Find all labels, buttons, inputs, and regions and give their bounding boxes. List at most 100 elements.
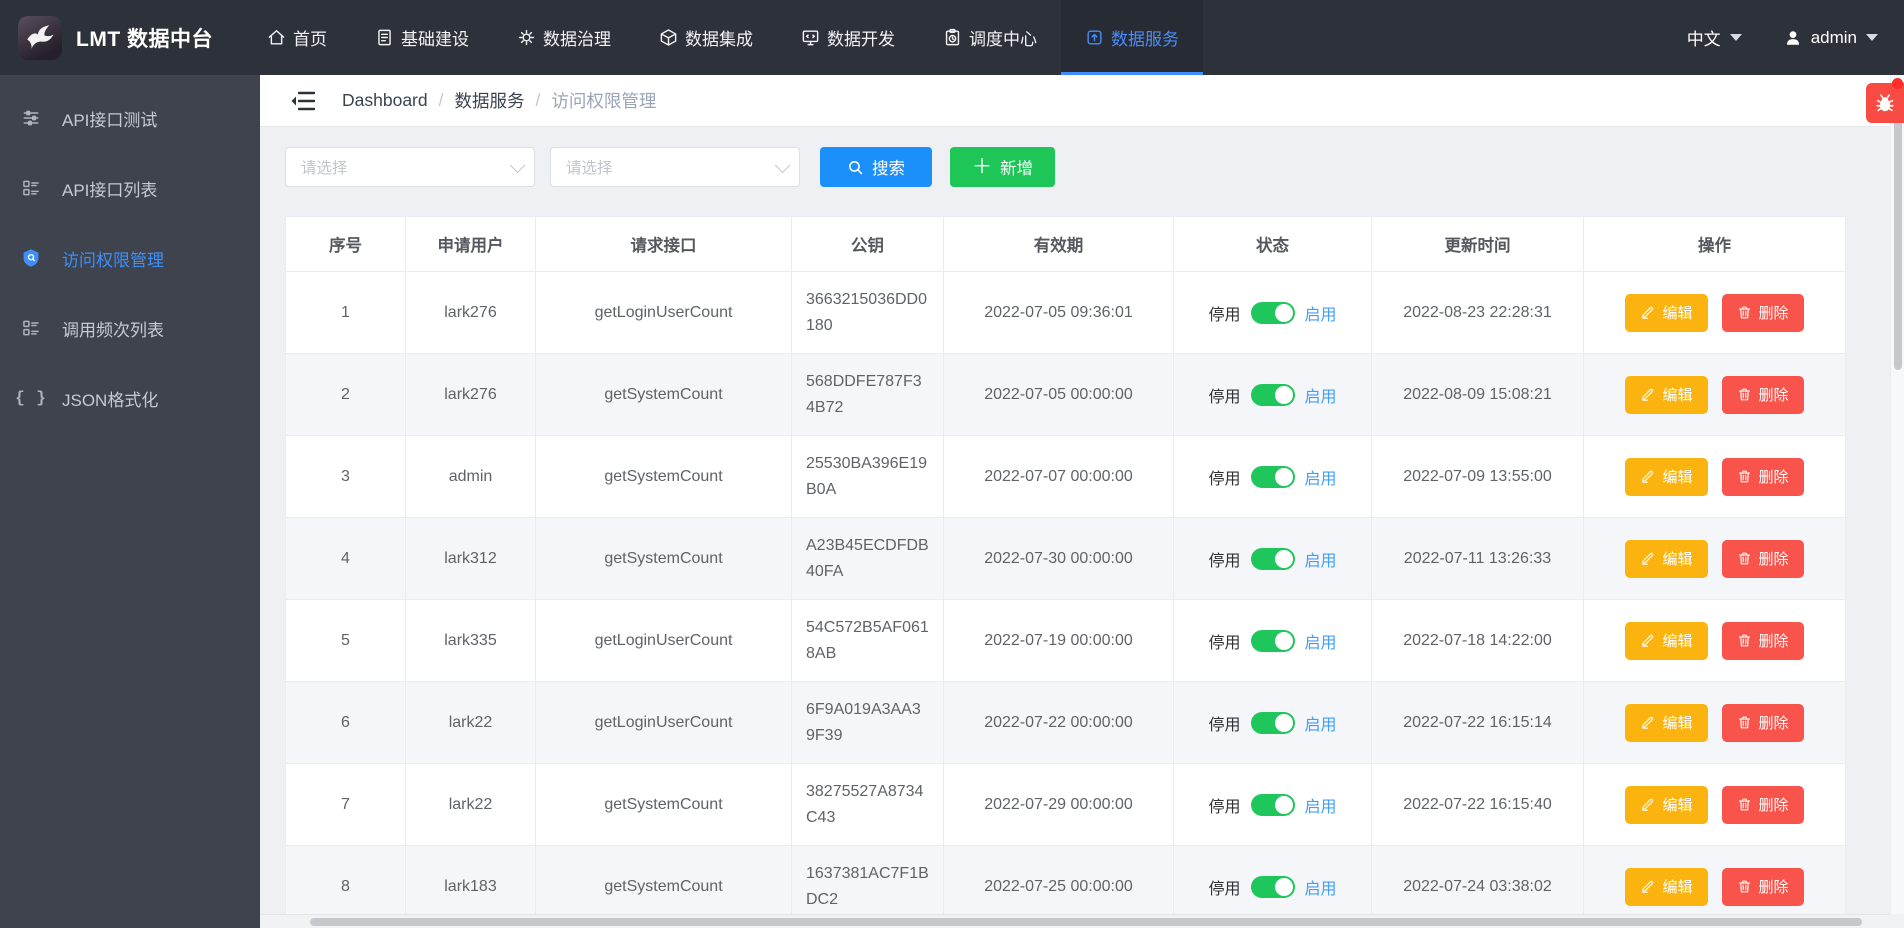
delete-button[interactable]: 删除 (1721, 703, 1804, 742)
chevron-down-icon (1729, 34, 1742, 41)
upload-icon (1087, 30, 1102, 45)
delete-button[interactable]: 删除 (1721, 785, 1804, 824)
delete-button[interactable]: 删除 (1721, 375, 1804, 414)
status-toggle[interactable] (1250, 465, 1295, 488)
status-toggle[interactable] (1250, 547, 1295, 570)
nav-item-data-integration[interactable]: 数据集成 (635, 0, 777, 75)
cell-user: admin (405, 435, 536, 518)
trash-icon (1738, 716, 1750, 729)
header-actions: 操作 (1583, 216, 1846, 272)
search-button[interactable]: 搜索 (820, 147, 932, 187)
edit-button[interactable]: 编辑 (1625, 375, 1708, 414)
status-on-label[interactable]: 启用 (1305, 547, 1337, 571)
edit-button[interactable]: 编辑 (1625, 785, 1708, 824)
table-row: 7 lark22 getSystemCount 38275527A8734C43… (285, 763, 1846, 846)
cell-pubkey: 54C572B5AF0618AB (791, 599, 944, 682)
sidebar: API接口测试 API接口列表 访问权限管理 调用频次列表 { } JSON格式… (0, 75, 260, 928)
language-switcher[interactable]: 中文 (1687, 25, 1742, 50)
table-row: 4 lark312 getSystemCount A23B45ECDFDB40F… (285, 517, 1846, 600)
chevron-down-icon (509, 157, 526, 173)
cell-user: lark276 (405, 353, 536, 436)
status-on-label[interactable]: 启用 (1305, 301, 1337, 325)
edit-button[interactable]: 编辑 (1625, 293, 1708, 332)
breadcrumb-data-service[interactable]: 数据服务 (455, 88, 525, 113)
status-toggle[interactable] (1250, 711, 1295, 734)
status-on-label[interactable]: 启用 (1305, 383, 1337, 407)
cell-status: 停用 启用 (1173, 517, 1372, 600)
status-off-label: 停用 (1208, 388, 1241, 406)
delete-button[interactable]: 删除 (1721, 621, 1804, 660)
cell-pubkey: 25530BA396E19B0A (791, 435, 944, 518)
status-on-label[interactable]: 启用 (1305, 465, 1337, 489)
cell-api: getSystemCount (535, 517, 792, 600)
breadcrumb-dashboard[interactable]: Dashboard (342, 90, 428, 111)
vertical-scrollbar[interactable] (1890, 75, 1904, 928)
status-off-label: 停用 (1208, 634, 1241, 652)
header-updated-at: 更新时间 (1371, 216, 1584, 272)
pencil-icon (1642, 306, 1654, 319)
cell-updated-at: 2022-07-22 16:15:40 (1371, 763, 1584, 846)
cell-user: lark312 (405, 517, 536, 600)
edit-button[interactable]: 编辑 (1625, 867, 1708, 906)
cell-index: 1 (285, 271, 406, 354)
pencil-icon (1642, 552, 1654, 565)
delete-button[interactable]: 删除 (1721, 293, 1804, 332)
vertical-scrollbar-thumb[interactable] (1894, 80, 1902, 370)
status-on-label[interactable]: 启用 (1305, 711, 1337, 735)
status-toggle[interactable] (1250, 793, 1295, 816)
filter-select-user[interactable]: 请选择 (285, 147, 535, 187)
cell-user: lark335 (405, 599, 536, 682)
cell-index: 3 (285, 435, 406, 518)
filter-row: 请选择 请选择 搜索 ＋ 新增 (285, 147, 1859, 187)
user-menu[interactable]: admin (1784, 28, 1878, 48)
status-on-label[interactable]: 启用 (1305, 875, 1337, 899)
trash-icon (1738, 798, 1750, 811)
sidebar-item-api-test[interactable]: API接口测试 (0, 83, 260, 153)
delete-button[interactable]: 删除 (1721, 457, 1804, 496)
sidebar-item-call-frequency[interactable]: 调用频次列表 (0, 293, 260, 363)
nav-item-infrastructure[interactable]: 基础建设 (351, 0, 493, 75)
nav-item-data-development[interactable]: 数据开发 (777, 0, 919, 75)
cell-user: lark22 (405, 763, 536, 846)
cell-valid-until: 2022-07-07 00:00:00 (943, 435, 1174, 518)
edit-button[interactable]: 编辑 (1625, 703, 1708, 742)
sidebar-fold-icon[interactable] (290, 90, 316, 112)
edit-button[interactable]: 编辑 (1625, 621, 1708, 660)
top-navbar: LMT 数据中台 首页 基础建设 数据治理 数据集成 数据开发 调度中心 数据服… (0, 0, 1904, 75)
edit-button[interactable]: 编辑 (1625, 539, 1708, 578)
cube-icon (660, 29, 677, 46)
bug-report-button[interactable] (1866, 78, 1904, 123)
sidebar-item-api-list[interactable]: API接口列表 (0, 153, 260, 223)
edit-button[interactable]: 编辑 (1625, 457, 1708, 496)
status-on-label[interactable]: 启用 (1305, 629, 1337, 653)
status-toggle[interactable] (1250, 875, 1295, 898)
nav-item-schedule-center[interactable]: 调度中心 (919, 0, 1061, 75)
nav-item-data-service[interactable]: 数据服务 (1060, 0, 1203, 75)
nav-item-data-governance[interactable]: 数据治理 (493, 0, 635, 75)
table-body: 1 lark276 getLoginUserCount 3663215036DD… (285, 271, 1846, 928)
status-on-label[interactable]: 启用 (1305, 793, 1337, 817)
document-icon (378, 29, 391, 46)
delete-button[interactable]: 删除 (1721, 867, 1804, 906)
horizontal-scrollbar-thumb[interactable] (310, 918, 1862, 926)
sidebar-item-json-format[interactable]: { } JSON格式化 (0, 363, 260, 433)
cell-index: 5 (285, 599, 406, 682)
sidebar-item-access-permission[interactable]: 访问权限管理 (0, 223, 260, 293)
breadcrumb: Dashboard / 数据服务 / 访问权限管理 (342, 88, 657, 113)
cell-valid-until: 2022-07-05 00:00:00 (943, 353, 1174, 436)
cell-pubkey: A23B45ECDFDB40FA (791, 517, 944, 600)
delete-button[interactable]: 删除 (1721, 539, 1804, 578)
status-toggle[interactable] (1250, 301, 1295, 324)
cell-updated-at: 2022-07-11 13:26:33 (1371, 517, 1584, 600)
header-valid-until: 有效期 (943, 216, 1174, 272)
status-toggle[interactable] (1250, 383, 1295, 406)
table-row: 5 lark335 getLoginUserCount 54C572B5AF06… (285, 599, 1846, 682)
status-toggle[interactable] (1250, 629, 1295, 652)
nav-item-home[interactable]: 首页 (243, 0, 351, 75)
cell-valid-until: 2022-07-05 09:36:01 (943, 271, 1174, 354)
add-button[interactable]: ＋ 新增 (950, 147, 1055, 187)
filter-select-api[interactable]: 请选择 (550, 147, 800, 187)
horizontal-scrollbar[interactable] (260, 914, 1890, 928)
plus-icon: ＋ (972, 156, 992, 178)
cell-index: 4 (285, 517, 406, 600)
